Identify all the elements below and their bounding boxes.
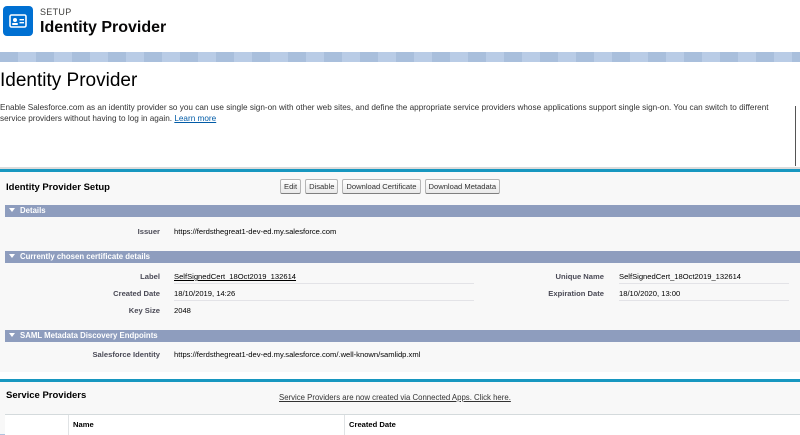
column-header-name[interactable]: Name xyxy=(73,420,94,429)
download-metadata-button[interactable]: Download Metadata xyxy=(424,179,501,194)
header-title: Identity Provider xyxy=(40,19,167,36)
unique-name-value: SelfSignedCert_18Oct2019_132614 xyxy=(619,272,742,281)
intro-body: Enable Salesforce.com as an identity pro… xyxy=(0,103,769,123)
intro-text: Enable Salesforce.com as an identity pro… xyxy=(0,102,790,124)
download-certificate-button[interactable]: Download Certificate xyxy=(342,179,421,194)
button-row: Edit Disable Download Certificate Downlo… xyxy=(280,179,501,195)
salesforce-identity-value: https://ferdsthegreat1-dev-ed.my.salesfo… xyxy=(174,350,421,359)
created-date-label: Created Date xyxy=(113,289,160,298)
column-divider xyxy=(344,415,345,435)
setup-header: SETUP Identity Provider xyxy=(0,0,800,53)
cert-label-link[interactable]: SelfSignedCert_18Oct2019_132614 xyxy=(174,272,296,281)
salesforce-identity-label: Salesforce Identity xyxy=(92,350,160,359)
section-title: SAML Metadata Discovery Endpoints xyxy=(20,331,158,340)
saml-section-header[interactable]: SAML Metadata Discovery Endpoints xyxy=(5,330,800,342)
row-divider xyxy=(174,300,474,301)
edit-button[interactable]: Edit xyxy=(280,179,302,194)
collapse-triangle-icon[interactable] xyxy=(9,254,15,258)
row-divider xyxy=(174,283,474,284)
unique-name-label: Unique Name xyxy=(555,272,604,281)
block-title: Identity Provider Setup xyxy=(6,182,110,193)
section-title: Details xyxy=(20,206,46,215)
expiration-date-label: Expiration Date xyxy=(548,289,604,298)
collapse-triangle-icon[interactable] xyxy=(9,208,15,212)
issuer-value: https://ferdsthegreat1-dev-ed.my.salesfo… xyxy=(174,227,337,236)
row-divider xyxy=(619,283,789,284)
page-panel: Identity Provider Enable Salesforce.com … xyxy=(0,62,800,435)
cert-label-value: SelfSignedCert_18Oct2019_132614 xyxy=(174,272,296,281)
expiration-date-value: 18/10/2020, 13:00 xyxy=(619,289,681,298)
scrollbar[interactable] xyxy=(795,106,800,166)
key-size-value: 2048 xyxy=(174,306,191,315)
row-divider xyxy=(619,300,789,301)
created-date-value: 18/10/2019, 14:26 xyxy=(174,289,236,298)
issuer-label: Issuer xyxy=(137,227,160,236)
identity-card-icon xyxy=(3,6,33,36)
disable-button[interactable]: Disable xyxy=(305,179,339,194)
service-providers-table: Name Created Date xyxy=(5,414,800,435)
identity-provider-setup-block: Identity Provider Setup Edit Disable Dow… xyxy=(0,169,800,372)
key-size-label: Key Size xyxy=(128,306,160,315)
collapse-triangle-icon[interactable] xyxy=(9,333,15,337)
service-providers-title: Service Providers xyxy=(6,390,87,401)
section-title: Currently chosen certificate details xyxy=(20,252,150,261)
column-header-created-date[interactable]: Created Date xyxy=(349,420,396,429)
setup-eyebrow: SETUP xyxy=(40,7,72,17)
connected-apps-link[interactable]: Service Providers are now created via Co… xyxy=(279,393,511,402)
learn-more-link[interactable]: Learn more xyxy=(174,114,216,123)
service-providers-block: Service Providers Service Providers are … xyxy=(0,379,800,435)
details-section-header[interactable]: Details xyxy=(5,205,800,217)
page-title: Identity Provider xyxy=(0,70,138,91)
certificate-section-header[interactable]: Currently chosen certificate details xyxy=(5,251,800,263)
decorative-band xyxy=(0,52,800,62)
column-divider xyxy=(68,415,69,435)
cert-label-label: Label xyxy=(140,272,160,281)
